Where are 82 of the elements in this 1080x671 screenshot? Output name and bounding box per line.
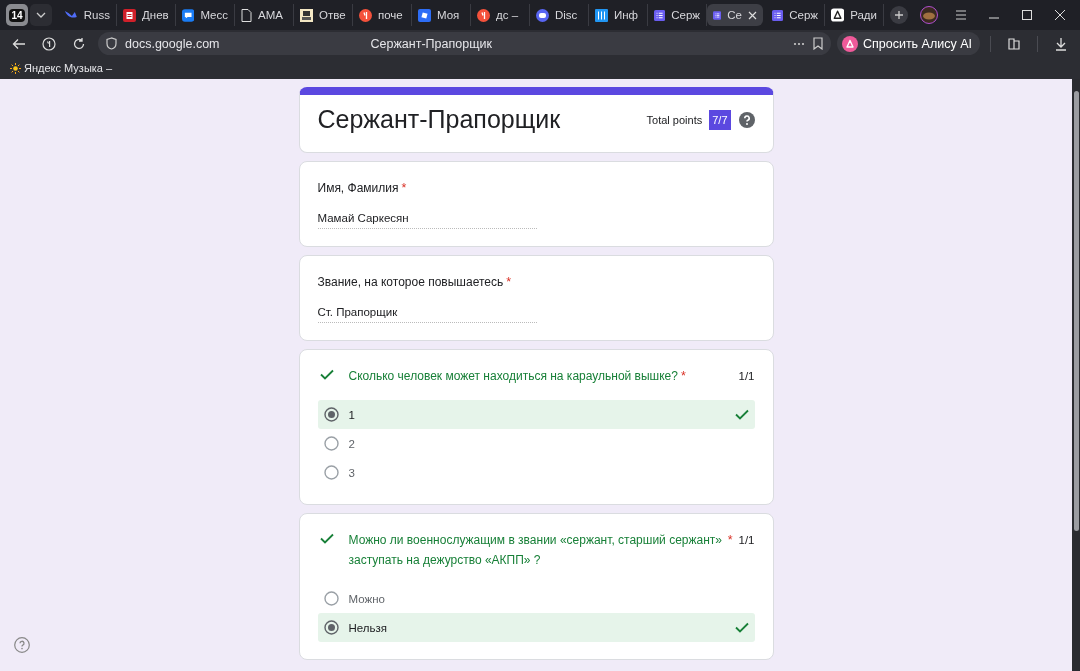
browser-tab[interactable]: Ради xyxy=(825,4,884,26)
browser-tab[interactable]: Инф xyxy=(589,4,648,26)
points-text: 1/1 xyxy=(738,533,755,548)
note-icon xyxy=(300,8,313,22)
more-icon[interactable] xyxy=(792,41,805,46)
browser-tab[interactable]: Russ xyxy=(58,4,117,26)
answer-text: Ст. Прапорщик xyxy=(317,306,537,323)
page-title: Сержант-Прапорщик xyxy=(369,36,493,51)
browser-tab[interactable]: Се xyxy=(707,4,763,26)
new-tab-button[interactable] xyxy=(890,6,908,24)
help-icon[interactable] xyxy=(738,111,755,128)
option-label: 1 xyxy=(348,408,355,421)
round-logo-icon xyxy=(477,8,490,22)
file-icon xyxy=(241,8,252,22)
close-icon[interactable] xyxy=(1053,9,1066,21)
browser-tab[interactable]: Днев xyxy=(117,4,176,26)
maximize-icon[interactable] xyxy=(1020,9,1033,21)
form-title: Сержант-Прапорщик xyxy=(317,105,562,134)
square-logo-icon xyxy=(418,8,431,22)
total-points-label: Total points xyxy=(646,113,703,126)
radio-button[interactable] xyxy=(323,620,339,635)
required-asterisk: * xyxy=(506,274,512,291)
radio-button[interactable] xyxy=(323,465,339,480)
question-label: Имя, Фамилия xyxy=(317,180,399,197)
shield-icon xyxy=(106,37,117,50)
list-icon xyxy=(772,8,784,22)
address-bar[interactable]: docs.google.com Сержант-Прапорщик xyxy=(98,32,831,55)
score-badge: 7/7 xyxy=(709,109,731,130)
list-icon xyxy=(713,8,722,22)
list-icon xyxy=(654,8,666,22)
check-icon xyxy=(734,622,749,633)
radio-button[interactable] xyxy=(323,407,339,422)
document-icon xyxy=(123,8,136,22)
required-asterisk: * xyxy=(727,532,733,549)
option-label: Нельзя xyxy=(348,621,388,634)
back-arrow-icon[interactable] xyxy=(12,36,26,51)
required-asterisk: * xyxy=(401,180,407,197)
radio-button[interactable] xyxy=(323,436,339,451)
browser-tab[interactable]: АМА xyxy=(235,4,294,26)
reader-mode-icon[interactable] xyxy=(1007,36,1021,51)
question-label: Звание, на которое повышаетесь xyxy=(317,274,504,291)
reload-icon[interactable] xyxy=(72,36,86,51)
circle-logo-icon[interactable] xyxy=(42,36,56,51)
url-text: docs.google.com xyxy=(125,36,220,51)
browser-tab[interactable]: Отве xyxy=(294,4,353,26)
option-label: 2 xyxy=(348,437,355,450)
ask-assistant-button[interactable]: Спросить Алису AI xyxy=(836,32,980,55)
question-label: Сколько человек может находиться на караульной вышке? xyxy=(348,368,678,385)
sun-icon xyxy=(10,62,21,74)
download-icon[interactable] xyxy=(1054,36,1068,51)
check-icon xyxy=(734,409,749,420)
option-label: 3 xyxy=(348,466,355,479)
question-label: Можно ли военнослужащим в звании «сержант, старший сержант» заступать на дежурство «АКПП» ? xyxy=(348,532,723,569)
browser-tab[interactable]: дс – xyxy=(471,4,530,26)
browser-tab[interactable]: Disc xyxy=(530,4,589,26)
controller-logo-icon xyxy=(536,8,549,22)
round-logo-icon xyxy=(359,8,372,22)
menu-icon[interactable] xyxy=(954,9,967,21)
option-label: Можно xyxy=(348,592,385,605)
bookmark-item[interactable]: Яндекс Музыка – xyxy=(10,62,113,74)
browser-tab[interactable]: Серж xyxy=(648,4,707,26)
tab-list-button[interactable] xyxy=(30,4,52,26)
close-icon[interactable] xyxy=(748,10,757,20)
triangle-logo-icon xyxy=(831,8,845,22)
assistant-icon xyxy=(841,35,858,52)
plus-icon xyxy=(894,10,904,20)
browser-tab[interactable]: поче xyxy=(353,4,412,26)
radio-button[interactable] xyxy=(323,591,339,606)
browser-tab[interactable]: Серж xyxy=(766,4,825,26)
bird-icon xyxy=(64,9,78,21)
browser-tab[interactable]: Месс xyxy=(176,4,235,26)
chat-icon xyxy=(182,8,195,22)
answer-text: Мамай Саркесян xyxy=(317,212,537,229)
browser-tab[interactable]: Моя xyxy=(412,4,471,26)
chevron-down-icon xyxy=(36,12,46,18)
required-asterisk: * xyxy=(680,368,686,385)
scrollbar[interactable] xyxy=(1072,79,1080,671)
bookmark-icon[interactable] xyxy=(812,37,823,50)
sliders-icon xyxy=(595,8,608,22)
avatar-icon[interactable] xyxy=(920,6,938,24)
points-text: 1/1 xyxy=(738,369,755,384)
help-icon[interactable] xyxy=(14,637,30,653)
